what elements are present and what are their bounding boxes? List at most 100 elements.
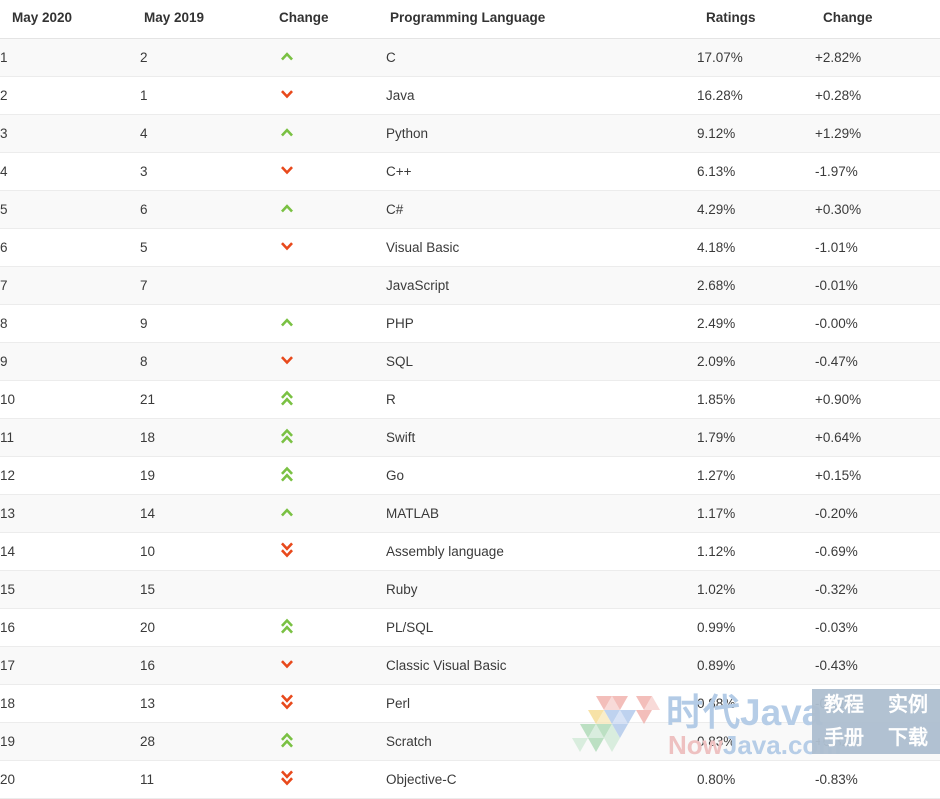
cell-ratings-change: -0.00% [815,304,940,343]
cell-rank-old: 20 [140,608,276,647]
cell-ratings: 0.89% [697,646,815,685]
cell-rank-new: 13 [0,494,140,533]
cell-ratings-change: -0.43% [815,646,940,685]
cell-language-name: PL/SQL [386,608,697,647]
table-row[interactable]: 16 20 PL/SQL 0.99% -0.03% [0,608,940,647]
cell-change-indicator [276,266,386,305]
chevron-down-icon [276,83,298,105]
cell-change-indicator [276,304,386,343]
cell-ratings: 0.80% [697,760,815,799]
cell-rank-old: 16 [140,646,276,685]
table-row[interactable]: 14 10 Assembly language 1.12% -0.69% [0,532,940,571]
chevron-double-down-icon [276,691,298,713]
cell-ratings-change: +0.28% [815,76,940,115]
cell-rank-new: 18 [0,684,140,723]
cell-rank-new: 7 [0,266,140,305]
table-row[interactable]: 4 3 C++ 6.13% -1.97% [0,152,940,191]
cell-change-indicator [276,76,386,115]
cell-ratings-change: -0.20% [815,494,940,533]
cell-ratings: 1.17% [697,494,815,533]
cell-change-indicator [276,228,386,267]
cell-ratings-change: -0.51% [815,684,940,723]
table-row[interactable]: 15 15 Ruby 1.02% -0.32% [0,570,940,609]
cell-ratings-change: +0.64% [815,418,940,457]
cell-language-name: R [386,380,697,419]
cell-rank-new: 16 [0,608,140,647]
cell-ratings-change: -0.83% [815,760,940,799]
cell-language-name: Visual Basic [386,228,697,267]
table-row[interactable]: 10 21 R 1.85% +0.90% [0,380,940,419]
cell-ratings: 2.49% [697,304,815,343]
table-row[interactable]: 3 4 Python 9.12% +1.29% [0,114,940,153]
cell-change-indicator [276,342,386,381]
cell-rank-new: 10 [0,380,140,419]
table-row[interactable]: 7 7 JavaScript 2.68% -0.01% [0,266,940,305]
cell-ratings-change: -0.32% [815,570,940,609]
table-row[interactable]: 20 11 Objective-C 0.80% -0.83% [0,760,940,799]
cell-rank-old: 4 [140,114,276,153]
cell-rank-new: 15 [0,570,140,609]
table-row[interactable]: 19 28 Scratch 0.83% +0.32% [0,722,940,761]
cell-ratings: 9.12% [697,114,815,153]
cell-language-name: PHP [386,304,697,343]
cell-rank-new: 11 [0,418,140,457]
table-header: May 2020 May 2019 Change Programming Lan… [0,0,940,39]
chevron-double-up-icon [276,615,298,637]
cell-rank-new: 20 [0,760,140,799]
column-header-delta[interactable]: Change [815,0,940,39]
cell-rank-new: 19 [0,722,140,761]
cell-change-indicator [276,570,386,609]
cell-change-indicator [276,38,386,77]
table-row[interactable]: 6 5 Visual Basic 4.18% -1.01% [0,228,940,267]
chevron-double-up-icon [276,463,298,485]
table-row[interactable]: 9 8 SQL 2.09% -0.47% [0,342,940,381]
cell-ratings: 16.28% [697,76,815,115]
column-header-ratings[interactable]: Ratings [697,0,815,39]
table-row[interactable]: 8 9 PHP 2.49% -0.00% [0,304,940,343]
cell-ratings: 0.83% [697,722,815,761]
cell-rank-old: 15 [140,570,276,609]
table-row[interactable]: 13 14 MATLAB 1.17% -0.20% [0,494,940,533]
cell-rank-old: 18 [140,418,276,457]
column-header-rank-old[interactable]: May 2019 [140,0,276,39]
cell-rank-new: 12 [0,456,140,495]
cell-ratings: 2.09% [697,342,815,381]
cell-rank-old: 28 [140,722,276,761]
table-row[interactable]: 5 6 C# 4.29% +0.30% [0,190,940,229]
table-row[interactable]: 11 18 Swift 1.79% +0.64% [0,418,940,457]
cell-rank-new: 17 [0,646,140,685]
table-row[interactable]: 2 1 Java 16.28% +0.28% [0,76,940,115]
cell-language-name: Ruby [386,570,697,609]
cell-rank-old: 6 [140,190,276,229]
cell-rank-old: 11 [140,760,276,799]
cell-change-indicator [276,684,386,723]
cell-ratings-change: -0.03% [815,608,940,647]
column-header-language[interactable]: Programming Language [386,0,697,39]
cell-ratings: 1.79% [697,418,815,457]
table-row[interactable]: 1 2 C 17.07% +2.82% [0,38,940,77]
chevron-up-icon [276,197,298,219]
table-row[interactable]: 12 19 Go 1.27% +0.15% [0,456,940,495]
cell-ratings-change: +2.82% [815,38,940,77]
cell-change-indicator [276,380,386,419]
cell-ratings-change: +0.30% [815,190,940,229]
column-header-rank-new[interactable]: May 2020 [0,0,140,39]
cell-ratings: 1.02% [697,570,815,609]
table-row[interactable]: 18 13 Perl 0.88% -0.51% [0,684,940,723]
cell-rank-old: 14 [140,494,276,533]
cell-language-name: Assembly language [386,532,697,571]
cell-rank-old: 10 [140,532,276,571]
chevron-double-up-icon [276,387,298,409]
chevron-double-up-icon [276,729,298,751]
cell-ratings: 2.68% [697,266,815,305]
cell-ratings-change: +1.29% [815,114,940,153]
column-header-change[interactable]: Change [276,0,386,39]
cell-ratings-change: +0.90% [815,380,940,419]
cell-change-indicator [276,152,386,191]
table-row[interactable]: 17 16 Classic Visual Basic 0.89% -0.43% [0,646,940,685]
cell-change-indicator [276,760,386,799]
cell-language-name: Go [386,456,697,495]
cell-rank-old: 5 [140,228,276,267]
cell-ratings: 0.88% [697,684,815,723]
cell-rank-old: 19 [140,456,276,495]
